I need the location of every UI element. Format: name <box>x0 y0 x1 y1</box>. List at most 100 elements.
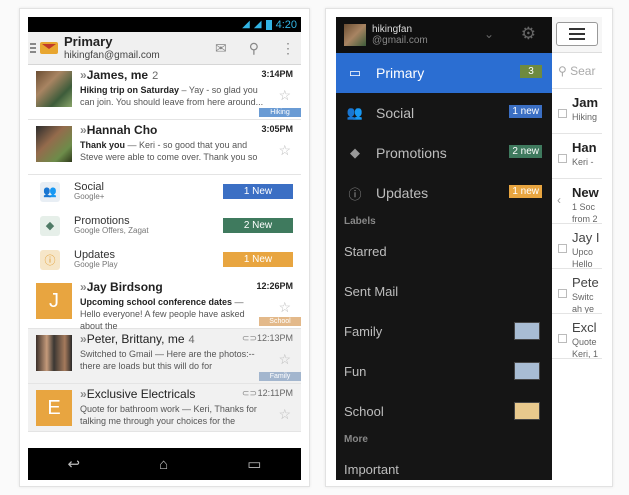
label-color-swatch <box>514 322 540 340</box>
category-sources: Google Offers, Zagat <box>74 226 149 236</box>
menu-icon[interactable] <box>556 22 598 46</box>
gmail-logo-icon[interactable] <box>40 42 58 54</box>
new-badge: 1 New <box>223 184 293 199</box>
star-icon[interactable]: ☆ <box>278 87 291 104</box>
inbox-list-behind: ⚲ Sear Jam Hiking Han Keri - New 1 Soc from … <box>552 17 602 480</box>
attachment-icon: ⊂⊃ <box>241 388 257 398</box>
back-icon[interactable]: ↩ <box>68 455 81 473</box>
account-email: hikingfan@gmail.com <box>64 49 160 61</box>
checkbox-icon[interactable] <box>558 109 567 118</box>
list-item-name: Excl <box>572 320 597 335</box>
labels-section-header: Labels <box>344 216 376 227</box>
account-switcher[interactable]: hikingfan @gmail.com ⌄ ⚙ <box>336 17 552 53</box>
action-bar: Primary hikingfan@gmail.com ✉ ⚲ ⋮ <box>28 32 301 65</box>
email-row[interactable]: » James, me 2 Hiking trip on Saturday – Ya… <box>28 65 301 120</box>
email-row[interactable]: J » Jay Birdsong Upcoming school conferen… <box>28 277 301 332</box>
overflow-menu-icon[interactable]: ⋮ <box>281 40 295 57</box>
battery-icon <box>265 19 272 30</box>
list-item-extra: ah ye <box>572 304 595 314</box>
email-snippet: Switched to Gmail — Here are the photos:… <box>80 348 266 372</box>
avatar[interactable] <box>36 71 72 107</box>
drawer-item-primary[interactable]: ▭ Primary 3 <box>336 53 552 93</box>
drawer-label-name: Starred <box>344 243 387 259</box>
action-bar-titles[interactable]: Primary hikingfan@gmail.com <box>64 35 160 61</box>
drawer-label-school[interactable]: School <box>336 391 552 431</box>
list-item-extra: Hello <box>572 259 593 269</box>
label-color-swatch <box>514 362 540 380</box>
email-row[interactable]: » Peter, Brittany, me 4 Switched to Gmail … <box>28 329 301 384</box>
chevron-down-icon[interactable]: ⌄ <box>484 27 494 41</box>
list-item-snippet: Switc <box>572 292 594 302</box>
people-icon: 👥 <box>346 105 364 120</box>
category-row-promotions[interactable]: ◆ Promotions Google Offers, Zagat 2 New <box>28 209 301 243</box>
importance-marker-icon: » <box>80 123 87 137</box>
account-email: @gmail.com <box>372 35 428 46</box>
drawer-item-promotions[interactable]: ◆ Promotions 2 new <box>336 133 552 173</box>
recent-apps-icon[interactable]: ▭ <box>247 455 261 473</box>
list-item-snippet: Keri - <box>572 157 594 167</box>
category-row-updates[interactable]: ⓘ Updates Google Play 1 New <box>28 243 301 277</box>
checkbox-icon[interactable] <box>558 244 567 253</box>
gear-icon[interactable]: ⚙ <box>521 24 536 44</box>
checkbox-icon[interactable] <box>558 154 567 163</box>
tag-icon: ◆ <box>350 145 360 160</box>
email-row[interactable]: E » Exclusive Electricals Quote for bathr… <box>28 384 301 432</box>
avatar[interactable]: E <box>36 390 72 426</box>
avatar[interactable]: J <box>36 283 72 319</box>
star-icon[interactable]: ☆ <box>278 299 291 316</box>
signal-icon: ◢ <box>253 19 262 30</box>
email-snippet: Upcoming school conference dates — Hello… <box>80 296 266 332</box>
avatar[interactable] <box>36 126 72 162</box>
email-sender: James, me <box>86 68 149 82</box>
checkbox-icon[interactable] <box>558 289 567 298</box>
list-item-snippet: Upco <box>572 247 594 257</box>
list-item[interactable]: Pete Switc ah ye <box>552 269 602 314</box>
list-item[interactable]: Han Keri - <box>552 134 602 179</box>
email-time: 3:05PM <box>261 124 293 134</box>
inbox-icon: ▭ <box>348 65 362 80</box>
category-row-social[interactable]: 👥 Social Google+ 1 New <box>28 175 301 209</box>
drawer-label-starred[interactable]: Starred <box>336 231 552 271</box>
drawer-label-fun[interactable]: Fun <box>336 351 552 391</box>
drawer-label-family[interactable]: Family <box>336 311 552 351</box>
drawer-item-social[interactable]: 👥 Social 1 new <box>336 93 552 133</box>
importance-marker-icon: » <box>80 68 87 82</box>
checkbox-icon[interactable] <box>558 334 567 343</box>
email-subject: Switched to Gmail <box>80 349 153 359</box>
star-icon[interactable]: ☆ <box>278 351 291 368</box>
search-field[interactable]: ⚲ Sear <box>552 53 602 89</box>
star-icon[interactable]: ☆ <box>278 406 291 423</box>
search-icon[interactable]: ⚲ <box>249 40 259 57</box>
label-chip: Hiking <box>259 108 301 117</box>
drawer-item-label: Social <box>376 105 415 121</box>
list-item[interactable]: Jay I Upco Hello <box>552 224 602 269</box>
right-screen: ⚲ Sear Jam Hiking Han Keri - New 1 Soc from … <box>336 17 602 480</box>
list-item-name: New <box>572 185 599 200</box>
search-placeholder: Sear <box>570 63 596 78</box>
drawer-label-important[interactable]: Important <box>336 449 552 480</box>
label-chip: Family <box>259 372 301 381</box>
email-subject: Upcoming school conference dates <box>80 297 233 307</box>
drawer-item-label: Primary <box>376 65 425 81</box>
drawer-item-label: Updates <box>376 185 429 201</box>
thread-count: 2 <box>152 70 159 82</box>
email-time: 12:13PM <box>256 333 293 343</box>
star-icon[interactable]: ☆ <box>278 142 291 159</box>
drawer-label-name: Sent Mail <box>344 283 399 299</box>
importance-marker-icon: » <box>80 280 87 294</box>
drawer-item-updates[interactable]: ⓘ Updates 1 new <box>336 173 552 213</box>
drawer-label-sent[interactable]: Sent Mail <box>336 271 552 311</box>
compose-icon[interactable]: ✉ <box>215 40 227 57</box>
home-icon[interactable]: ⌂ <box>159 456 168 473</box>
label-color-swatch <box>514 402 540 420</box>
info-icon: ⓘ <box>348 186 362 202</box>
list-item[interactable]: Excl Quote Keri, 1 <box>552 314 602 359</box>
list-item-snippet: Hiking <box>572 112 598 122</box>
list-item[interactable]: New 1 Soc from 2 ‹ <box>552 179 602 224</box>
email-row[interactable]: » Hannah Cho Thank you — Keri - so good t… <box>28 120 301 175</box>
drawer-indicator-icon[interactable] <box>30 41 36 55</box>
avatar[interactable] <box>36 335 72 371</box>
new-badge: 2 New <box>223 218 293 233</box>
list-item[interactable]: Jam Hiking <box>552 89 602 134</box>
list-item-snippet: Quote <box>572 337 597 347</box>
